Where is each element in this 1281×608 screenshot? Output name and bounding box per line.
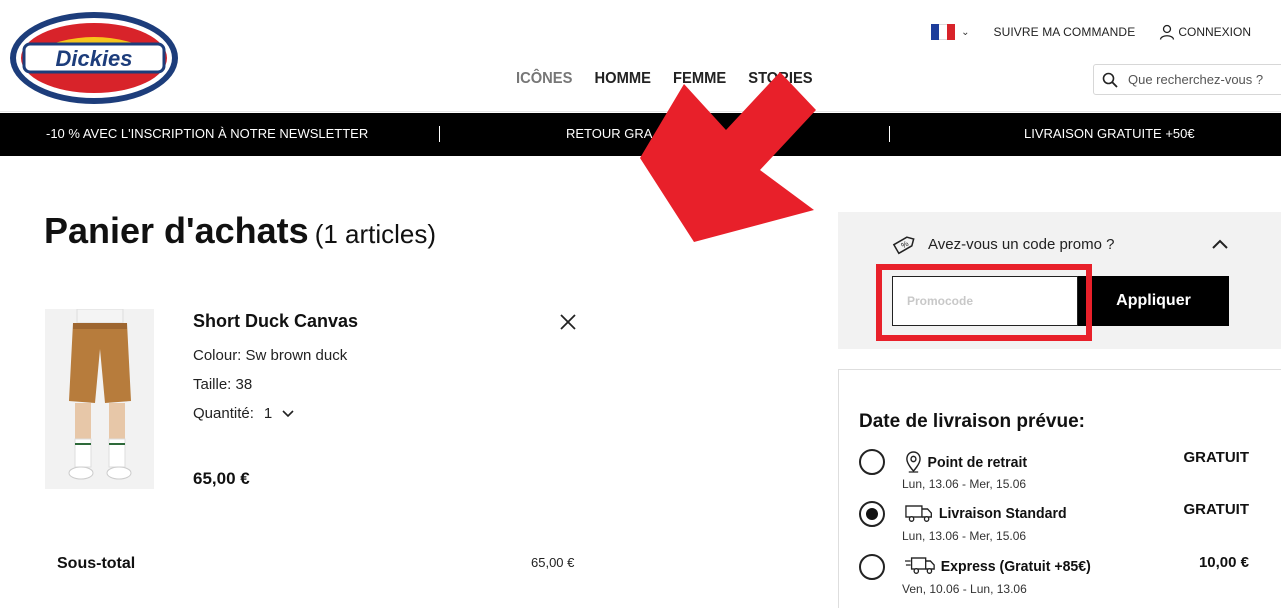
close-icon[interactable] — [558, 312, 578, 332]
nav-item-icones[interactable]: ICÔNES — [516, 70, 572, 88]
fast-truck-icon — [905, 557, 935, 574]
standard-label: Livraison Standard — [938, 504, 1067, 522]
login-link[interactable]: CONNEXION — [1159, 24, 1251, 40]
radio-standard[interactable] — [859, 501, 885, 527]
map-pin-icon — [906, 451, 921, 473]
product-size: Taille: 38 — [193, 376, 253, 393]
site-header: Dickies ⌄ SUIVRE MA COMMANDE CONNEXION I… — [0, 0, 1281, 112]
apply-promo-button[interactable]: Appliquer — [1078, 276, 1229, 326]
delivery-option-label: Express (Gratuit +85€) — [905, 556, 1091, 576]
france-flag-icon[interactable] — [931, 24, 956, 40]
banner-newsletter[interactable]: -10 % AVEC L'INSCRIPTION À NOTRE NEWSLET… — [46, 126, 368, 141]
banner-divider — [439, 126, 440, 142]
chevron-down-icon[interactable] — [282, 409, 294, 418]
subtotal-label: Sous-total — [57, 555, 136, 572]
banner-shipping[interactable]: LIVRAISON GRATUITE +50€ — [1024, 126, 1195, 141]
logo-text: Dickies — [55, 46, 132, 71]
banner-divider — [889, 126, 890, 142]
promo-banner: -10 % AVEC L'INSCRIPTION À NOTRE NEWSLET… — [0, 113, 1281, 156]
delivery-title: Date de livraison prévue: — [859, 411, 1085, 432]
product-price: 65,00 € — [193, 469, 250, 488]
utility-bar: ⌄ SUIVRE MA COMMANDE CONNEXION — [931, 22, 1251, 42]
pickup-dates: Lun, 13.06 - Mer, 15.06 — [902, 477, 1027, 491]
express-label: Express (Gratuit +85€) — [940, 557, 1091, 575]
page-title: Panier d'achats (1 articles) — [44, 210, 436, 252]
promocode-input[interactable] — [892, 276, 1078, 326]
dickies-logo[interactable]: Dickies — [8, 10, 180, 106]
product-image[interactable] — [45, 309, 154, 489]
svg-text:%: % — [900, 239, 911, 250]
delivery-option-label: Point de retrait — [905, 451, 1027, 473]
track-order-link[interactable]: SUIVRE MA COMMANDE — [993, 25, 1135, 39]
banner-returns[interactable]: RETOUR GRA — [566, 126, 652, 141]
quantity-value[interactable]: 1 — [264, 405, 272, 422]
truck-icon — [905, 505, 932, 522]
cart-count: (1 articles) — [314, 219, 437, 249]
nav-item-homme[interactable]: HOMME — [595, 70, 651, 88]
nav-item-stories[interactable]: STORIES — [748, 70, 812, 88]
product-colour: Colour: Sw brown duck — [193, 347, 348, 364]
user-icon — [1160, 24, 1175, 40]
nav-item-femme[interactable]: FEMME — [673, 70, 726, 88]
quantity-selector[interactable]: Quantité: 1 — [193, 405, 294, 422]
pickup-label: Point de retrait — [927, 453, 1028, 471]
search-icon[interactable] — [1102, 72, 1118, 88]
chevron-up-icon[interactable] — [1210, 236, 1230, 252]
express-dates: Ven, 10.06 - Lun, 13.06 — [902, 582, 1027, 596]
promo-header[interactable]: % Avez-vous un code promo ? — [892, 232, 1115, 256]
radio-express[interactable] — [859, 554, 885, 580]
pickup-cost: GRATUIT — [1183, 449, 1249, 466]
standard-cost: GRATUIT — [1183, 501, 1249, 518]
delivery-option-express[interactable]: Express (Gratuit +85€) Ven, 10.06 - Lun,… — [859, 554, 1269, 602]
login-label: CONNEXION — [1178, 25, 1251, 39]
standard-dates: Lun, 13.06 - Mer, 15.06 — [902, 529, 1027, 543]
delivery-option-label: Livraison Standard — [905, 503, 1067, 523]
cart-title: Panier d'achats — [44, 210, 309, 251]
express-cost: 10,00 € — [1198, 554, 1249, 571]
quantity-label: Quantité: — [193, 405, 254, 422]
delivery-option-standard[interactable]: Livraison Standard Lun, 13.06 - Mer, 15.… — [859, 501, 1269, 549]
product-name[interactable]: Short Duck Canvas — [193, 311, 358, 332]
radio-pickup[interactable] — [859, 449, 885, 475]
main-nav: ICÔNES HOMME FEMME STORIES — [516, 70, 813, 88]
search-box[interactable] — [1093, 64, 1281, 95]
tag-icon: % — [892, 236, 915, 255]
delivery-option-pickup[interactable]: Point de retrait Lun, 13.06 - Mer, 15.06… — [859, 449, 1269, 497]
delivery-panel: Date de livraison prévue: Point de retra… — [838, 369, 1281, 608]
search-input[interactable] — [1128, 72, 1281, 87]
subtotal-value: 65,00 € — [531, 555, 575, 570]
promo-code-panel: % Avez-vous un code promo ? Appliquer — [838, 212, 1281, 349]
promo-question: Avez-vous un code promo ? — [928, 235, 1115, 253]
chevron-down-icon[interactable]: ⌄ — [961, 27, 969, 38]
